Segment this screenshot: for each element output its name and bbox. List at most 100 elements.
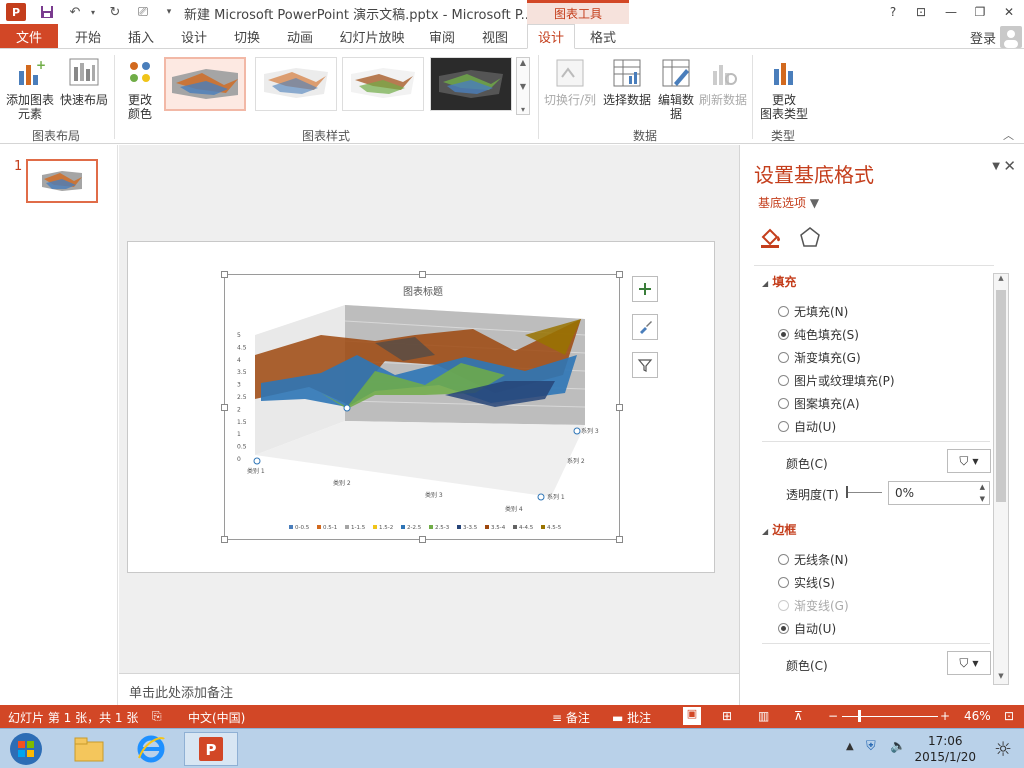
internet-explorer-taskbar[interactable]	[124, 732, 178, 766]
fill-option-auto[interactable]: 自动(U)	[778, 418, 836, 435]
zoom-slider[interactable]	[842, 716, 938, 717]
language-status[interactable]: 中文(中国)	[188, 709, 245, 726]
save-icon[interactable]	[38, 3, 56, 21]
fill-option-picture[interactable]: 图片或纹理填充(P)	[778, 372, 895, 389]
tray-expand-icon[interactable]: ▲	[846, 741, 854, 752]
surface-chart-plot[interactable]: 0 0.5 1 1.5 2 2.5 3 3.5 4 4.5 5 类别 1 类别 2 类别 3 类别 4 系…	[225, 275, 621, 541]
redo-icon[interactable]: ↻	[106, 3, 124, 21]
chart-style-2[interactable]	[255, 57, 337, 111]
tab-chart-format[interactable]: 格式	[583, 24, 623, 48]
tab-review[interactable]: 审阅	[424, 24, 460, 48]
spin-up-icon[interactable]: ▲	[980, 483, 985, 491]
chart-style-1[interactable]	[164, 57, 246, 111]
change-colors-button[interactable]: 更改 颜色	[118, 57, 162, 121]
comments-toggle[interactable]: ▬ 批注	[612, 709, 651, 726]
tab-design[interactable]: 设计	[176, 24, 212, 48]
panel-close-icon[interactable]: ✕	[1003, 157, 1016, 175]
collapse-ribbon-icon[interactable]: ︿	[1003, 127, 1014, 143]
tab-chart-design[interactable]: 设计	[527, 24, 575, 49]
scroll-thumb[interactable]	[996, 290, 1006, 502]
panel-options-icon[interactable]: ▼	[992, 161, 1000, 172]
chart-filters-button[interactable]	[632, 352, 658, 378]
chart-styles-button[interactable]	[632, 314, 658, 340]
floor-options-dropdown[interactable]: 基底选项 ▼	[758, 194, 819, 211]
edit-data-button[interactable]: 编辑数 据	[655, 57, 697, 121]
fill-line-icon[interactable]	[756, 223, 784, 251]
scroll-down-icon[interactable]: ▼	[994, 672, 1008, 684]
start-button[interactable]	[2, 732, 50, 766]
slide[interactable]: 图表标题 0 0.5 1 1.5 2 2.5 3 3.5 4 4.5 5 类别 …	[127, 241, 715, 573]
powerpoint-taskbar[interactable]: P	[184, 732, 238, 766]
slide-sorter-icon[interactable]: ⊞	[722, 709, 732, 723]
fit-slide-icon[interactable]: ⊡	[1004, 709, 1014, 723]
spin-down-icon[interactable]: ▼	[980, 495, 985, 503]
zoom-slider-thumb[interactable]	[858, 710, 861, 722]
undo-icon[interactable]: ↶	[66, 3, 84, 21]
transparency-slider-thumb[interactable]	[846, 486, 848, 498]
border-option-auto[interactable]: 自动(U)	[778, 620, 836, 637]
scroll-up-icon[interactable]: ▲	[994, 274, 1008, 286]
undo-dropdown-icon[interactable]: ▾	[84, 3, 102, 21]
panel-scrollbar[interactable]: ▲ ▼	[993, 273, 1009, 685]
tab-slideshow[interactable]: 幻灯片放映	[336, 24, 408, 48]
fill-option-solid[interactable]: 纯色填充(S)	[778, 326, 859, 343]
security-shield-icon[interactable]: ⛨	[866, 739, 876, 754]
add-chart-element-button[interactable]: + 添加图表 元素	[4, 57, 56, 121]
slide-thumbnail[interactable]	[26, 159, 98, 203]
action-center-icon[interactable]: ☼	[994, 737, 1012, 761]
border-option-gradient[interactable]: 渐变线(G)	[778, 597, 849, 614]
tab-home[interactable]: 开始	[70, 24, 106, 48]
fill-color-picker[interactable]: ⛉ ▼	[947, 449, 991, 473]
styles-gallery-scroll[interactable]: ▲ ▼ ▾	[516, 57, 530, 115]
effects-pentagon-icon[interactable]	[796, 223, 824, 251]
zoom-in-icon[interactable]: +	[940, 709, 950, 723]
powerpoint-logo-icon[interactable]: P	[6, 3, 26, 21]
tab-view[interactable]: 视图	[477, 24, 513, 48]
zoom-level[interactable]: 46%	[964, 709, 991, 723]
transparency-input[interactable]: 0% ▲ ▼	[888, 481, 990, 505]
volume-icon[interactable]: 🔈	[890, 739, 906, 754]
border-color-picker[interactable]: ⛉ ▼	[947, 651, 991, 675]
tab-file[interactable]: 文件	[0, 24, 58, 48]
border-section-header[interactable]: ◢ 边框	[762, 521, 796, 538]
notes-pane[interactable]: 单击此处添加备注	[119, 673, 739, 705]
refresh-data-button[interactable]: 刷新数据	[698, 57, 748, 107]
maximize-button[interactable]: ❐	[967, 2, 993, 22]
scroll-down-icon[interactable]: ▼	[520, 82, 526, 91]
zoom-out-icon[interactable]: −	[828, 709, 838, 723]
chart-style-3[interactable]	[342, 57, 424, 111]
start-slideshow-icon[interactable]: ⎚	[134, 3, 152, 21]
file-explorer-taskbar[interactable]	[62, 732, 116, 766]
notes-placeholder[interactable]: 单击此处添加备注	[129, 682, 233, 701]
gallery-more-icon[interactable]: ▾	[521, 105, 525, 114]
scroll-up-icon[interactable]: ▲	[520, 58, 526, 67]
minimize-button[interactable]: —	[938, 2, 964, 22]
system-clock[interactable]: 17:06 2015/1/20	[914, 733, 976, 765]
chart-style-4[interactable]	[430, 57, 512, 111]
sign-in-link[interactable]: 登录	[970, 28, 996, 47]
spellcheck-icon[interactable]: ⎘	[152, 709, 162, 724]
slideshow-view-icon[interactable]: ⊼	[794, 709, 803, 723]
fill-option-gradient[interactable]: 渐变填充(G)	[778, 349, 861, 366]
tab-insert[interactable]: 插入	[123, 24, 159, 48]
change-chart-type-button[interactable]: 更改 图表类型	[758, 57, 810, 121]
customize-toolbar-icon[interactable]: ▾	[160, 3, 178, 21]
select-data-button[interactable]: 选择数据	[601, 57, 653, 107]
normal-view-icon[interactable]: ▣	[683, 707, 701, 725]
fill-option-none[interactable]: 无填充(N)	[778, 303, 848, 320]
close-button[interactable]: ✕	[996, 2, 1022, 22]
tab-animations[interactable]: 动画	[282, 24, 318, 48]
transparency-slider[interactable]	[848, 492, 882, 493]
fill-section-header[interactable]: ◢ 填充	[762, 273, 796, 290]
chart-object[interactable]: 图表标题 0 0.5 1 1.5 2 2.5 3 3.5 4 4.5 5 类别 …	[221, 271, 623, 543]
avatar[interactable]	[1000, 26, 1022, 48]
chart-elements-button[interactable]	[632, 276, 658, 302]
fill-option-pattern[interactable]: 图案填充(A)	[778, 395, 860, 412]
ribbon-display-button[interactable]: ⊡	[908, 2, 934, 22]
notes-toggle[interactable]: ≡ 备注	[552, 709, 590, 726]
border-option-none[interactable]: 无线条(N)	[778, 551, 848, 568]
tab-transitions[interactable]: 切换	[229, 24, 265, 48]
quick-layout-button[interactable]: 快速布局	[58, 57, 110, 107]
reading-view-icon[interactable]: ▥	[758, 709, 769, 723]
switch-row-column-button[interactable]: 切换行/列	[542, 57, 598, 107]
